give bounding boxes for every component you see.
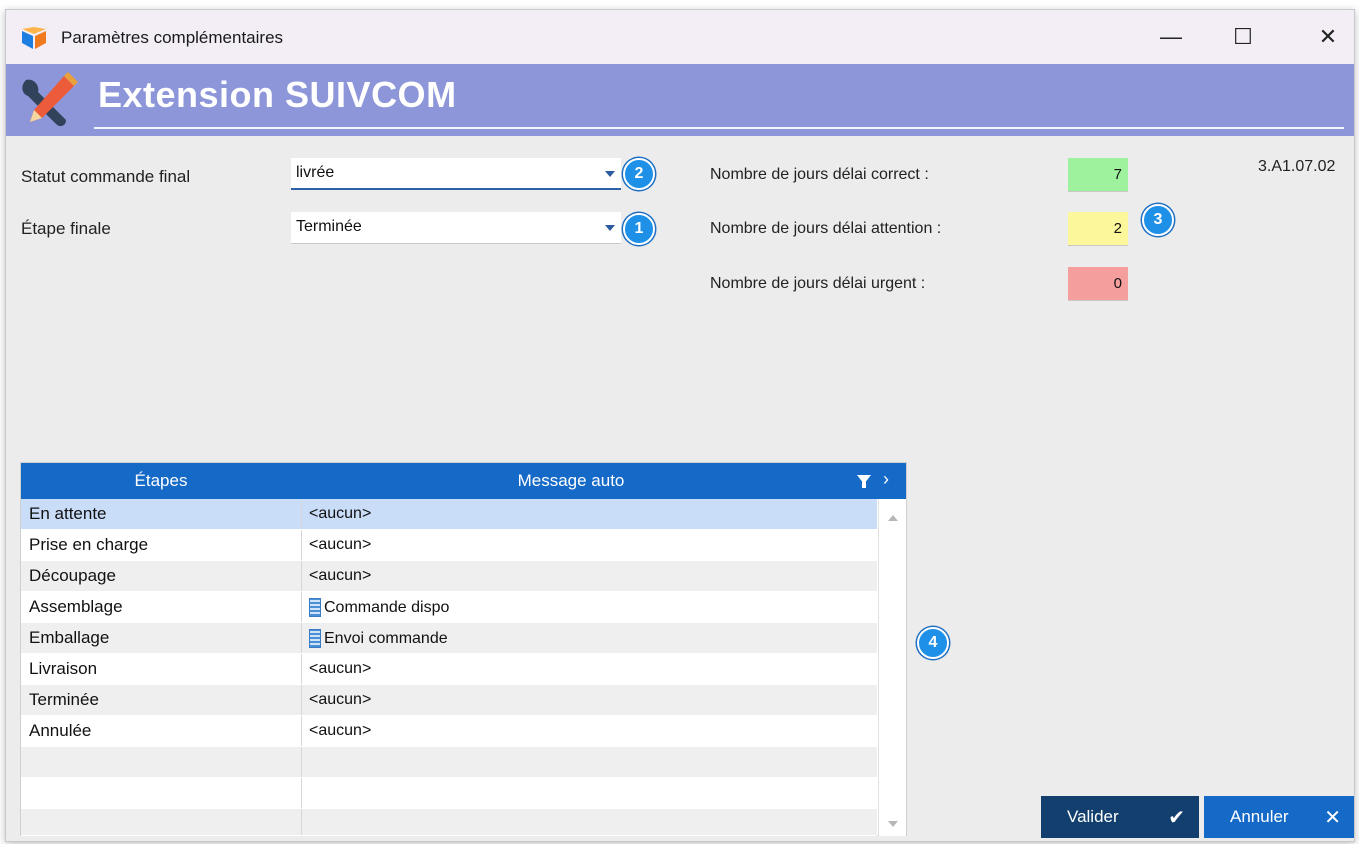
chevron-down-icon[interactable] xyxy=(605,171,615,177)
filter-icon-stem xyxy=(862,482,866,488)
message-auto-cell[interactable]: <aucun> xyxy=(309,722,371,740)
table-row[interactable]: Annulée <aucun> xyxy=(21,716,877,747)
window-title: Paramètres complémentaires xyxy=(61,28,284,47)
etape-cell: Prise en charge xyxy=(29,535,149,554)
delai-correct-input[interactable]: 7 xyxy=(1068,158,1128,192)
empty-row xyxy=(21,747,877,778)
annuler-button[interactable]: Annuler ✕ xyxy=(1204,796,1354,838)
message-auto-cell[interactable]: <aucun> xyxy=(309,660,371,678)
message-auto-text: Commande dispo xyxy=(324,598,450,616)
table-row[interactable]: Découpage <aucun> xyxy=(21,561,877,592)
vertical-scrollbar[interactable] xyxy=(878,499,906,836)
message-auto-text: <aucun> xyxy=(309,722,372,739)
message-auto-text: Envoi commande xyxy=(324,629,448,647)
column-divider xyxy=(301,561,302,591)
table-row[interactable]: Livraison <aucun> xyxy=(21,654,877,685)
column-divider xyxy=(301,654,302,684)
callout-badge-3: 3 xyxy=(1142,204,1174,236)
building-icon xyxy=(309,629,321,648)
message-auto-cell[interactable]: <aucun> xyxy=(309,691,371,709)
table-row[interactable]: Terminée <aucun> xyxy=(21,685,877,716)
column-divider xyxy=(301,716,302,746)
message-auto-cell[interactable]: <aucun> xyxy=(309,536,371,554)
column-header-etapes[interactable]: Étapes xyxy=(21,471,301,491)
table-header: Étapes Message auto › xyxy=(21,463,906,499)
dialog-window: Paramètres complémentaires — ☐ ✕ Extensi… xyxy=(5,9,1355,842)
etape-cell: Terminée xyxy=(29,690,99,709)
etape-cell: Annulée xyxy=(29,721,92,740)
valider-label: Valider xyxy=(1067,807,1119,826)
message-auto-cell[interactable]: Commande dispo xyxy=(309,598,449,617)
column-divider xyxy=(301,530,302,560)
delai-urgent-label: Nombre de jours délai urgent : xyxy=(710,275,926,292)
callout-badge-2: 2 xyxy=(623,158,655,190)
valider-button[interactable]: Valider ✔ xyxy=(1041,796,1199,838)
message-auto-text: <aucun> xyxy=(309,536,372,553)
chevron-down-icon[interactable] xyxy=(605,225,615,231)
page-title: Extension SUIVCOM xyxy=(98,74,457,115)
statut-commande-select[interactable]: livrée xyxy=(291,158,621,190)
delai-attention-input[interactable]: 2 xyxy=(1068,212,1128,246)
etapes-table: Étapes Message auto › En attente <aucun> P… xyxy=(20,462,907,836)
close-button[interactable]: ✕ xyxy=(1288,10,1354,64)
message-auto-text: <aucun> xyxy=(309,691,372,708)
message-auto-text: <aucun> xyxy=(309,567,372,584)
etape-cell: Emballage xyxy=(29,628,110,647)
scroll-down-icon[interactable] xyxy=(888,821,898,827)
callout-badge-4: 4 xyxy=(917,627,949,659)
callout-badge-1: 1 xyxy=(623,213,655,245)
title-bar[interactable]: Paramètres complémentaires — ☐ ✕ xyxy=(6,10,1354,64)
etape-cell: En attente xyxy=(29,504,107,523)
etape-cell: Assemblage xyxy=(29,597,123,616)
column-divider xyxy=(301,685,302,715)
column-divider xyxy=(301,499,302,529)
table-row[interactable]: En attente <aucun> xyxy=(21,499,877,530)
etape-cell: Livraison xyxy=(29,659,98,678)
column-divider xyxy=(301,623,302,653)
column-divider xyxy=(301,592,302,622)
empty-row xyxy=(21,778,877,809)
chevron-right-icon[interactable]: › xyxy=(883,469,889,490)
close-icon: ✕ xyxy=(1324,807,1341,829)
column-header-message-auto[interactable]: Message auto xyxy=(301,471,841,491)
delai-attention-label: Nombre de jours délai attention : xyxy=(710,220,942,237)
empty-row xyxy=(21,809,877,836)
etape-cell: Découpage xyxy=(29,566,116,585)
table-body: En attente <aucun> Prise en charge <aucun> D… xyxy=(21,499,877,747)
title-underline xyxy=(94,127,1344,129)
header-banner: Extension SUIVCOM xyxy=(6,64,1354,136)
etape-finale-select[interactable]: Terminée xyxy=(291,212,621,244)
etape-finale-label: Étape finale xyxy=(21,219,111,238)
check-icon: ✔ xyxy=(1168,807,1185,829)
table-row[interactable]: Prise en charge <aucun> xyxy=(21,530,877,561)
table-row[interactable]: Emballage Envoi commande xyxy=(21,623,877,654)
delai-urgent-input[interactable]: 0 xyxy=(1068,267,1128,301)
message-auto-cell[interactable]: <aucun> xyxy=(309,505,371,523)
tools-icon xyxy=(22,72,78,127)
table-row[interactable]: Assemblage Commande dispo xyxy=(21,592,877,623)
message-auto-text: <aucun> xyxy=(309,505,372,522)
statut-commande-value: livrée xyxy=(296,164,335,181)
etape-finale-value: Terminée xyxy=(296,218,362,235)
delai-correct-label: Nombre de jours délai correct : xyxy=(710,166,929,183)
message-auto-cell[interactable]: Envoi commande xyxy=(309,629,448,648)
building-icon xyxy=(309,598,321,617)
app-logo-icon xyxy=(22,27,46,49)
message-auto-text: <aucun> xyxy=(309,660,372,677)
scroll-up-icon[interactable] xyxy=(888,515,898,521)
minimize-button[interactable]: — xyxy=(1131,10,1211,64)
version-label: 3.A1.07.02 xyxy=(1258,158,1336,175)
maximize-button[interactable]: ☐ xyxy=(1203,10,1283,64)
annuler-label: Annuler xyxy=(1230,807,1289,826)
message-auto-cell[interactable]: <aucun> xyxy=(309,567,371,585)
statut-commande-label: Statut commande final xyxy=(21,167,191,186)
